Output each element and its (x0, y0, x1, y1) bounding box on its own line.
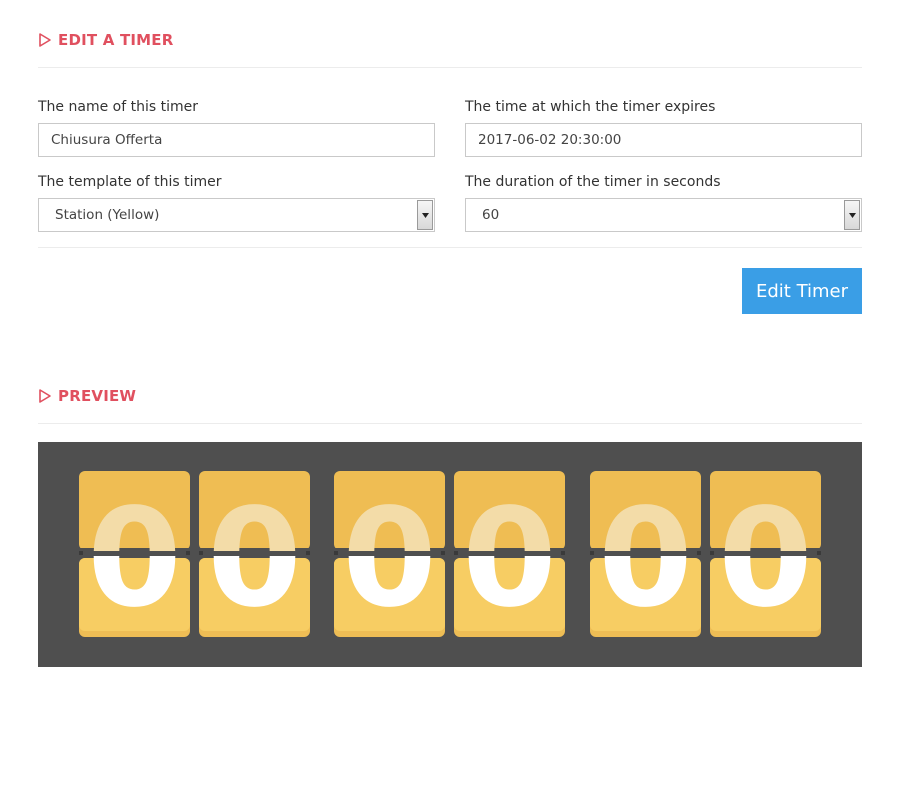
digit-glyph: 00 (334, 471, 445, 637)
play-triangle-icon (39, 33, 51, 47)
timer-duration-select[interactable]: 60 (465, 198, 862, 232)
divider (38, 67, 862, 68)
timer-duration-value: 60 (482, 207, 500, 223)
dropdown-arrow[interactable] (844, 200, 860, 230)
digit-glyph: 00 (79, 471, 190, 637)
preview-header: PREVIEW (38, 387, 136, 405)
timer-expires-value: 2017-06-02 20:30:00 (478, 132, 622, 148)
edit-timer-header: EDIT A TIMER (38, 31, 174, 49)
preview-title: PREVIEW (58, 387, 137, 405)
timer-name-value: Chiusura Offerta (51, 132, 163, 148)
dropdown-arrow[interactable] (417, 200, 433, 230)
divider (38, 247, 862, 248)
timer-template-value: Station (Yellow) (55, 207, 160, 223)
flip-digit: 00 (79, 471, 190, 637)
chevron-down-icon (848, 212, 856, 218)
timer-template-select[interactable]: Station (Yellow) (38, 198, 435, 232)
flip-digit: 00 (334, 471, 445, 637)
timer-duration-label: The duration of the timer in seconds (465, 174, 721, 190)
chevron-down-icon (421, 212, 429, 218)
flip-digit: 00 (710, 471, 821, 637)
edit-timer-title: EDIT A TIMER (58, 31, 174, 49)
edit-timer-button[interactable]: Edit Timer (742, 268, 862, 314)
play-triangle-icon (39, 389, 51, 403)
flip-digit: 00 (590, 471, 701, 637)
flip-digit: 00 (199, 471, 310, 637)
flip-digit: 00 (454, 471, 565, 637)
timer-expires-input[interactable]: 2017-06-02 20:30:00 (465, 123, 862, 157)
digit-glyph: 00 (454, 471, 565, 637)
timer-template-label: The template of this timer (38, 174, 222, 190)
digit-glyph: 00 (710, 471, 821, 637)
timer-expires-label: The time at which the timer expires (465, 99, 716, 115)
digit-glyph: 00 (199, 471, 310, 637)
divider (38, 423, 862, 424)
timer-preview: 00 00 00 00 00 00 (38, 442, 862, 667)
digit-glyph: 00 (590, 471, 701, 637)
timer-name-label: The name of this timer (38, 99, 198, 115)
timer-name-input[interactable]: Chiusura Offerta (38, 123, 435, 157)
